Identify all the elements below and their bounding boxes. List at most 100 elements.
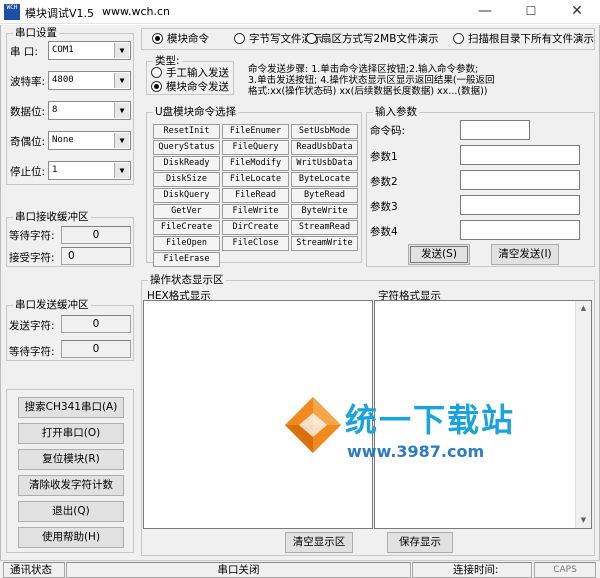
cmd-byte-read[interactable]: ByteRead (291, 188, 358, 203)
param1-label: 参数1 (370, 151, 398, 163)
chevron-down-icon[interactable]: ▼ (114, 73, 129, 88)
mode-module-command[interactable]: 模块命令 (152, 32, 209, 46)
clear-display-button[interactable]: 清空显示区 (285, 532, 353, 553)
connect-time-label: 连接时间: (412, 562, 532, 578)
cmd-file-close[interactable]: FileClose (222, 236, 289, 251)
command-code-input[interactable] (460, 120, 530, 140)
comm-status: 通讯状态 (3, 562, 65, 578)
rx-waiting-count: 0 (61, 226, 131, 244)
cmd-file-erase[interactable]: FileErase (153, 252, 220, 267)
cmd-stream-write[interactable]: StreamWrite (291, 236, 358, 251)
title-bar: WCH 模块调试V1.5 www.wch.cn — ☐ ✕ (0, 0, 600, 24)
watermark-url: www.3987.com (347, 442, 485, 461)
input-params-title: 输入参数 (373, 106, 419, 118)
param2-label: 参数2 (370, 176, 398, 188)
tx-sent-label: 发送字符: (9, 320, 55, 332)
chevron-down-icon[interactable]: ▼ (114, 103, 129, 118)
tx-buffer-title: 串口发送缓冲区 (13, 299, 91, 311)
port-label: 串 口: (10, 46, 38, 58)
port-value: COM1 (52, 45, 74, 55)
cmd-file-create[interactable]: FileCreate (153, 220, 220, 235)
input-params-group: 输入参数 命令码: 参数1 参数2 参数3 参数4 发送(S) 清空发送(I) (366, 106, 595, 267)
cmd-set-usb-mode[interactable]: SetUsbMode (291, 124, 358, 139)
cmd-stream-read[interactable]: StreamRead (291, 220, 358, 235)
port-select[interactable]: COM1 ▼ (48, 41, 131, 60)
baud-select[interactable]: 4800 ▼ (48, 71, 131, 90)
caps-indicator: CAPS (534, 562, 596, 578)
control-buttons-group: 搜索CH341串口(A) 打开串口(O) 复位模块(R) 清除收发字符计数 退出… (6, 389, 134, 553)
instructions-line-3: 格式:xx(操作状态码) xx(后续数据长度数据) xx...(数据)) (248, 86, 488, 97)
cmd-file-open[interactable]: FileOpen (153, 236, 220, 251)
cmd-reset-init[interactable]: ResetInit (153, 124, 220, 139)
udisk-command-title: U盘模块命令选择 (153, 106, 239, 118)
cmd-byte-locate[interactable]: ByteLocate (291, 172, 358, 187)
chevron-down-icon[interactable]: ▼ (114, 163, 129, 178)
watermark-title: 统一下载站 (345, 401, 516, 439)
param4-label: 参数4 (370, 226, 398, 238)
cmd-query-status[interactable]: QueryStatus (153, 140, 220, 155)
radio-icon[interactable] (151, 67, 162, 78)
cmd-file-read[interactable]: FileRead (222, 188, 289, 203)
rx-waiting-label: 等待字符: (9, 230, 55, 242)
save-display-button[interactable]: 保存显示 (387, 532, 453, 553)
minimize-icon[interactable]: — (462, 0, 508, 24)
mode-sector-write[interactable]: 扇区方式写2MB文件演示 (306, 32, 438, 46)
module-command-radio[interactable]: 模块命令发送 (151, 80, 229, 94)
cmd-writ-usb-data[interactable]: WritUsbData (291, 156, 358, 171)
char-panel-scrollbar[interactable]: ▲ ▼ (575, 301, 591, 528)
tx-waiting-count: 0 (61, 340, 131, 358)
command-code-label: 命令码: (370, 125, 406, 137)
help-button[interactable]: 使用帮助(H) (18, 527, 124, 548)
cmd-dir-create[interactable]: DirCreate (222, 220, 289, 235)
cmd-read-usb-data[interactable]: ReadUsbData (291, 140, 358, 155)
chevron-down-icon[interactable]: ▼ (114, 43, 129, 58)
param2-input[interactable] (460, 170, 580, 190)
param4-input[interactable] (460, 220, 580, 240)
cmd-file-enumer[interactable]: FileEnumer (222, 124, 289, 139)
radio-icon[interactable] (306, 33, 317, 44)
rx-buffer-group: 串口接收缓冲区 等待字符: 0 接受字符: 0 (6, 211, 134, 267)
cmd-disk-query[interactable]: DiskQuery (153, 188, 220, 203)
window-title: 模块调试V1.5 (25, 7, 95, 20)
clear-counters-button[interactable]: 清除收发字符计数 (18, 475, 124, 496)
udisk-command-group: U盘模块命令选择 ResetInit FileEnumer SetUsbMode… (146, 106, 362, 267)
open-port-button[interactable]: 打开串口(O) (18, 423, 124, 444)
param1-input[interactable] (460, 145, 580, 165)
window-url: www.wch.cn (102, 5, 171, 18)
search-ch341-button[interactable]: 搜索CH341串口(A) (18, 397, 124, 418)
scroll-up-icon[interactable]: ▲ (576, 301, 591, 316)
cmd-file-modify[interactable]: FileModify (222, 156, 289, 171)
send-button[interactable]: 发送(S) (408, 244, 470, 265)
radio-icon[interactable] (234, 33, 245, 44)
param3-input[interactable] (460, 195, 580, 215)
serial-settings-group: 串口设置 串 口: COM1 ▼ 波特率: 4800 ▼ 数据位: 8 ▼ 奇偶… (6, 27, 134, 185)
cmd-file-query[interactable]: FileQuery (222, 140, 289, 155)
cmd-get-ver[interactable]: GetVer (153, 204, 220, 219)
tx-buffer-group: 串口发送缓冲区 发送字符: 0 等待字符: 0 (6, 299, 134, 361)
status-display-title: 操作状态显示区 (148, 274, 226, 286)
radio-selected-icon[interactable] (151, 81, 162, 92)
clear-send-button[interactable]: 清空发送(I) (491, 244, 559, 265)
app-logo-icon: WCH (4, 4, 20, 20)
cmd-file-write[interactable]: FileWrite (222, 204, 289, 219)
radio-selected-icon[interactable] (152, 33, 163, 44)
cmd-disk-size[interactable]: DiskSize (153, 172, 220, 187)
radio-icon[interactable] (453, 33, 464, 44)
watermark-logo-icon (285, 397, 341, 453)
manual-input-radio[interactable]: 手工输入发送 (151, 66, 229, 80)
close-icon[interactable]: ✕ (554, 0, 600, 24)
status-bar: 通讯状态 串口关闭 连接时间: CAPS (0, 560, 600, 578)
exit-button[interactable]: 退出(Q) (18, 501, 124, 522)
stopbits-label: 停止位: (10, 166, 46, 178)
cmd-disk-ready[interactable]: DiskReady (153, 156, 220, 171)
reset-module-button[interactable]: 复位模块(R) (18, 449, 124, 470)
scroll-down-icon[interactable]: ▼ (576, 513, 591, 528)
databits-select[interactable]: 8 ▼ (48, 101, 131, 120)
mode-scan-root[interactable]: 扫描根目录下所有文件演示 (453, 32, 594, 46)
cmd-byte-write[interactable]: ByteWrite (291, 204, 358, 219)
stopbits-select[interactable]: 1 ▼ (48, 161, 131, 180)
maximize-icon[interactable]: ☐ (508, 0, 554, 24)
parity-select[interactable]: None ▼ (48, 131, 131, 150)
cmd-file-locate[interactable]: FileLocate (222, 172, 289, 187)
chevron-down-icon[interactable]: ▼ (114, 133, 129, 148)
